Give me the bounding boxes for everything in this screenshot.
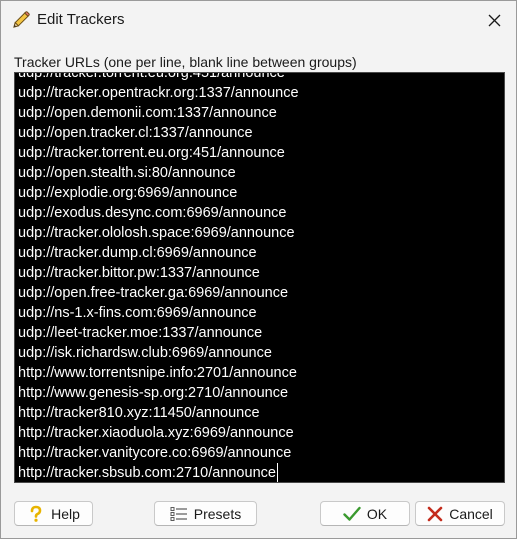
tracker-url-line: udp://explodie.org:6969/announce [18, 185, 238, 201]
cancel-button-label: Cancel [449, 505, 493, 522]
edit-trackers-dialog: Edit Trackers Tracker URLs (one per line… [0, 0, 517, 539]
help-button-label: Help [51, 505, 80, 522]
tracker-url-line: http://www.genesis-sp.org:2710/announce [18, 385, 289, 401]
tracker-url-line: udp://tracker.opentrackr.org:1337/announ… [18, 85, 299, 101]
tracker-url-line: http://tracker.vanitycore.co:6969/announ… [18, 445, 292, 461]
pencil-icon [11, 10, 31, 30]
tracker-url-line: udp://exodus.desync.com:6969/announce [18, 205, 287, 221]
tracker-url-line: udp://tracker.bittor.pw:1337/announce [18, 265, 260, 281]
close-button[interactable] [478, 5, 510, 35]
tracker-url-line: http://www.torrentsnipe.info:2701/announ… [18, 365, 297, 381]
close-icon [488, 14, 500, 26]
tracker-url-line: udp://open.demonii.com:1337/announce [18, 105, 277, 121]
tracker-url-line: udp://tracker.ololosh.space:6969/announc… [18, 225, 295, 241]
list-icon [170, 506, 187, 521]
tracker-url-line: udp://leet-tracker.moe:1337/announce [18, 325, 263, 341]
x-icon [427, 506, 443, 521]
presets-button[interactable]: Presets [154, 501, 257, 526]
tracker-url-line: udp://ns-1.x-fins.com:6969/announce [18, 305, 257, 321]
tracker-url-line: udp://open.free-tracker.ga:6969/announce [18, 285, 289, 301]
presets-button-label: Presets [193, 505, 242, 522]
tracker-url-lines: udp://tracker.torrent.eu.org:451/announc… [18, 72, 299, 482]
tracker-url-line: http://tracker.sbsub.com:2710/announce [18, 463, 299, 482]
help-button[interactable]: Help [14, 501, 93, 526]
cancel-button[interactable]: Cancel [415, 501, 505, 526]
tracker-url-line-current: http://tracker.sbsub.com:2710/announce [18, 463, 278, 482]
tracker-urls-label: Tracker URLs (one per line, blank line b… [14, 54, 357, 70]
tracker-url-line: udp://isk.richardsw.club:6969/announce [18, 345, 272, 361]
question-icon [30, 505, 42, 522]
tracker-urls-textarea[interactable]: udp://tracker.torrent.eu.org:451/announc… [14, 72, 505, 483]
checkmark-icon [343, 506, 361, 521]
tracker-url-line: udp://open.tracker.cl:1337/announce [18, 125, 253, 141]
tracker-url-line: udp://tracker.dump.cl:6969/announce [18, 245, 257, 261]
ok-button-label: OK [366, 505, 388, 522]
tracker-url-line: udp://tracker.torrent.eu.org:451/announc… [18, 72, 285, 81]
ok-button[interactable]: OK [320, 501, 410, 526]
tracker-url-line: udp://open.stealth.si:80/announce [18, 165, 236, 181]
window-title: Edit Trackers [37, 11, 125, 28]
title-bar: Edit Trackers [1, 1, 516, 39]
tracker-url-line: http://tracker.xiaoduola.xyz:6969/announ… [18, 425, 294, 441]
tracker-url-line: udp://tracker.torrent.eu.org:451/announc… [18, 145, 285, 161]
tracker-url-line: http://tracker810.xyz:11450/announce [18, 405, 260, 421]
